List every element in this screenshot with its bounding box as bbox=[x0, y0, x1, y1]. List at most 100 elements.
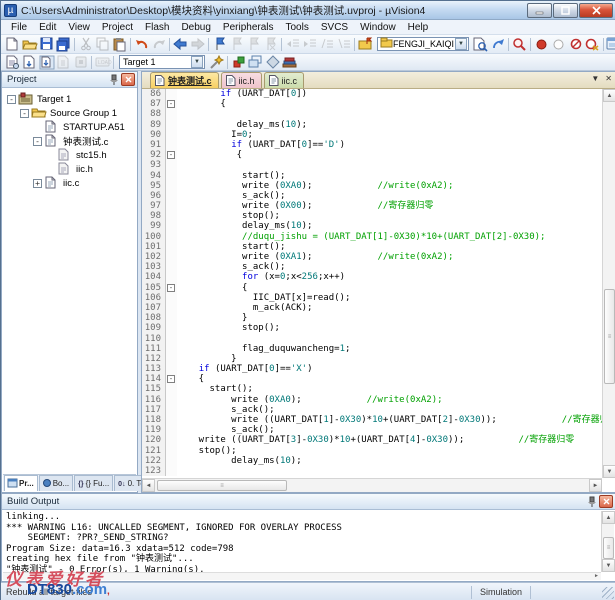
tab-close-button[interactable]: ✕ bbox=[605, 74, 612, 83]
scroll-up-arrow[interactable]: ▲ bbox=[603, 89, 615, 102]
menu-debug[interactable]: Debug bbox=[175, 20, 216, 35]
bookmark-toggle-button[interactable] bbox=[211, 36, 228, 52]
panel-tab-fu[interactable]: {}{} Fu... bbox=[74, 475, 113, 491]
project-diamond-button[interactable] bbox=[264, 54, 281, 70]
code-line[interactable]: 96 s_ack(); bbox=[142, 191, 602, 201]
code-line[interactable]: 123 bbox=[142, 466, 602, 476]
code-line[interactable]: 104 for (x=0;x<256;x++) bbox=[142, 272, 602, 282]
menu-tools[interactable]: Tools bbox=[280, 20, 315, 35]
code-line[interactable]: 103 s_ack(); bbox=[142, 262, 602, 272]
find-magnifier-button[interactable] bbox=[511, 36, 528, 52]
fold-margin[interactable]: - bbox=[166, 283, 177, 293]
books-button[interactable] bbox=[281, 54, 298, 70]
code-line[interactable]: 113 if (UART_DAT[0]=='X') bbox=[142, 364, 602, 374]
tree-item[interactable]: -Target 1 bbox=[3, 92, 136, 106]
scroll-down-arrow[interactable]: ▼ bbox=[602, 559, 615, 572]
code-line[interactable]: 114- { bbox=[142, 374, 602, 384]
code-line[interactable]: 88 bbox=[142, 109, 602, 119]
editor-tab-2[interactable]: iic.c bbox=[264, 72, 305, 88]
project-close-button[interactable] bbox=[121, 73, 135, 86]
save-all-button[interactable] bbox=[55, 36, 72, 52]
code-line[interactable]: 115 start(); bbox=[142, 384, 602, 394]
collapse-toggle[interactable]: - bbox=[33, 137, 42, 146]
code-line[interactable]: 89 delay_ms(10); bbox=[142, 120, 602, 130]
code-line[interactable]: 98 stop(); bbox=[142, 211, 602, 221]
build-output-vscroll-thumb[interactable]: ≡ bbox=[603, 537, 614, 559]
rebuild-button[interactable] bbox=[38, 54, 55, 70]
editor-tab-1[interactable]: iic.h bbox=[221, 72, 262, 88]
code-line[interactable]: 95 write (0XA0); //write(0xA2); bbox=[142, 181, 602, 191]
minimize-button[interactable] bbox=[527, 3, 552, 18]
code-line[interactable]: 94 start(); bbox=[142, 171, 602, 181]
find-text-button[interactable] bbox=[489, 36, 506, 52]
code-line[interactable]: 86 if (UART_DAT[0]) bbox=[142, 89, 602, 99]
menu-window[interactable]: Window bbox=[354, 20, 402, 35]
code-line[interactable]: 91 if (UART_DAT[0]=='D') bbox=[142, 140, 602, 150]
panel-tab-pr[interactable]: Pr... bbox=[4, 475, 38, 491]
panel-tab-bo[interactable]: Bo... bbox=[39, 475, 73, 491]
code-line[interactable]: 101 start(); bbox=[142, 242, 602, 252]
flags-combobox-dropdown[interactable]: ▼ bbox=[455, 38, 467, 50]
code-line[interactable]: 97 write (0X00); //寄存器归零 bbox=[142, 201, 602, 211]
code-line[interactable]: 117 s_ack(); bbox=[142, 405, 602, 415]
windows-stack-button[interactable] bbox=[247, 54, 264, 70]
close-button[interactable] bbox=[579, 3, 613, 18]
editor-tab-0[interactable]: 钟表测试.c bbox=[150, 72, 219, 88]
code-line[interactable]: 108 } bbox=[142, 313, 602, 323]
debug-windows-button[interactable] bbox=[606, 36, 615, 52]
code-line[interactable]: 107 m_ack(ACK); bbox=[142, 303, 602, 313]
scroll-right-arrow[interactable]: ► bbox=[592, 573, 601, 580]
menu-flash[interactable]: Flash bbox=[139, 20, 175, 35]
tree-item[interactable]: -钟表测试.c bbox=[3, 134, 136, 148]
fold-margin[interactable]: - bbox=[166, 374, 177, 384]
editor-vscroll-thumb[interactable]: ≡ bbox=[604, 289, 615, 384]
target-combobox-dropdown[interactable]: ▼ bbox=[191, 56, 203, 68]
breakpoint-disable-all-button[interactable] bbox=[567, 36, 584, 52]
pin-button[interactable] bbox=[585, 495, 599, 508]
menu-view[interactable]: View bbox=[62, 20, 96, 35]
fold-collapse-icon[interactable]: - bbox=[167, 375, 175, 383]
tree-item[interactable]: STARTUP.A51 bbox=[3, 120, 136, 134]
editor-hscroll-thumb[interactable]: ≡ bbox=[157, 480, 287, 491]
fold-margin[interactable]: - bbox=[166, 99, 177, 109]
breakpoint-enable-disable-button[interactable] bbox=[550, 36, 567, 52]
code-line[interactable]: 109 stop(); bbox=[142, 323, 602, 333]
fold-collapse-icon[interactable]: - bbox=[167, 284, 175, 292]
code-line[interactable]: 119 s_ack(); bbox=[142, 425, 602, 435]
find-in-files-button[interactable] bbox=[472, 36, 489, 52]
scroll-right-arrow[interactable]: ► bbox=[589, 479, 602, 492]
editor-horizontal-scrollbar[interactable]: ◄ ≡ ► bbox=[142, 478, 602, 492]
target-combobox[interactable]: Target 1 ▼ bbox=[119, 55, 205, 69]
maximize-button[interactable] bbox=[553, 3, 578, 18]
code-line[interactable]: 116 write (0XA0); //write(0xA2); bbox=[142, 395, 602, 405]
fold-collapse-icon[interactable]: - bbox=[167, 100, 175, 108]
nav-back-button[interactable] bbox=[172, 36, 189, 52]
menu-file[interactable]: File bbox=[5, 20, 33, 35]
build-button[interactable] bbox=[21, 54, 38, 70]
flags-combobox[interactable]: FENGJI_KAIQI ▼ bbox=[377, 37, 469, 51]
collapse-toggle[interactable]: - bbox=[20, 109, 29, 118]
code-line[interactable]: 110 bbox=[142, 334, 602, 344]
code-line[interactable]: 122 delay_ms(10); bbox=[142, 456, 602, 466]
code-line[interactable]: 112 } bbox=[142, 354, 602, 364]
editor-vertical-scrollbar[interactable]: ▲ ≡ ▼ bbox=[602, 89, 615, 478]
pin-button[interactable] bbox=[107, 73, 121, 86]
tab-list-dropdown[interactable]: ▼ bbox=[591, 74, 599, 83]
tree-item[interactable]: -Source Group 1 bbox=[3, 106, 136, 120]
build-output-close-button[interactable] bbox=[599, 495, 613, 508]
menu-svcs[interactable]: SVCS bbox=[315, 20, 354, 35]
fold-collapse-icon[interactable]: - bbox=[167, 151, 175, 159]
code-line[interactable]: 111 flag_duquwancheng=1; bbox=[142, 344, 602, 354]
code-line[interactable]: 120 write ((UART_DAT[3]-0X30)*10+(UART_D… bbox=[142, 435, 602, 445]
expand-toggle[interactable]: + bbox=[33, 179, 42, 188]
menu-peripherals[interactable]: Peripherals bbox=[217, 20, 280, 35]
translate-button[interactable] bbox=[4, 54, 21, 70]
code-line[interactable]: 106 IIC_DAT[x]=read(); bbox=[142, 293, 602, 303]
menu-project[interactable]: Project bbox=[96, 20, 139, 35]
tree-item[interactable]: iic.h bbox=[3, 162, 136, 176]
breakpoint-kill-all-button[interactable] bbox=[584, 36, 601, 52]
options-for-target-button[interactable] bbox=[208, 54, 225, 70]
scroll-up-arrow[interactable]: ▲ bbox=[602, 511, 615, 524]
scroll-down-arrow[interactable]: ▼ bbox=[603, 465, 615, 478]
code-line[interactable]: 105- { bbox=[142, 283, 602, 293]
